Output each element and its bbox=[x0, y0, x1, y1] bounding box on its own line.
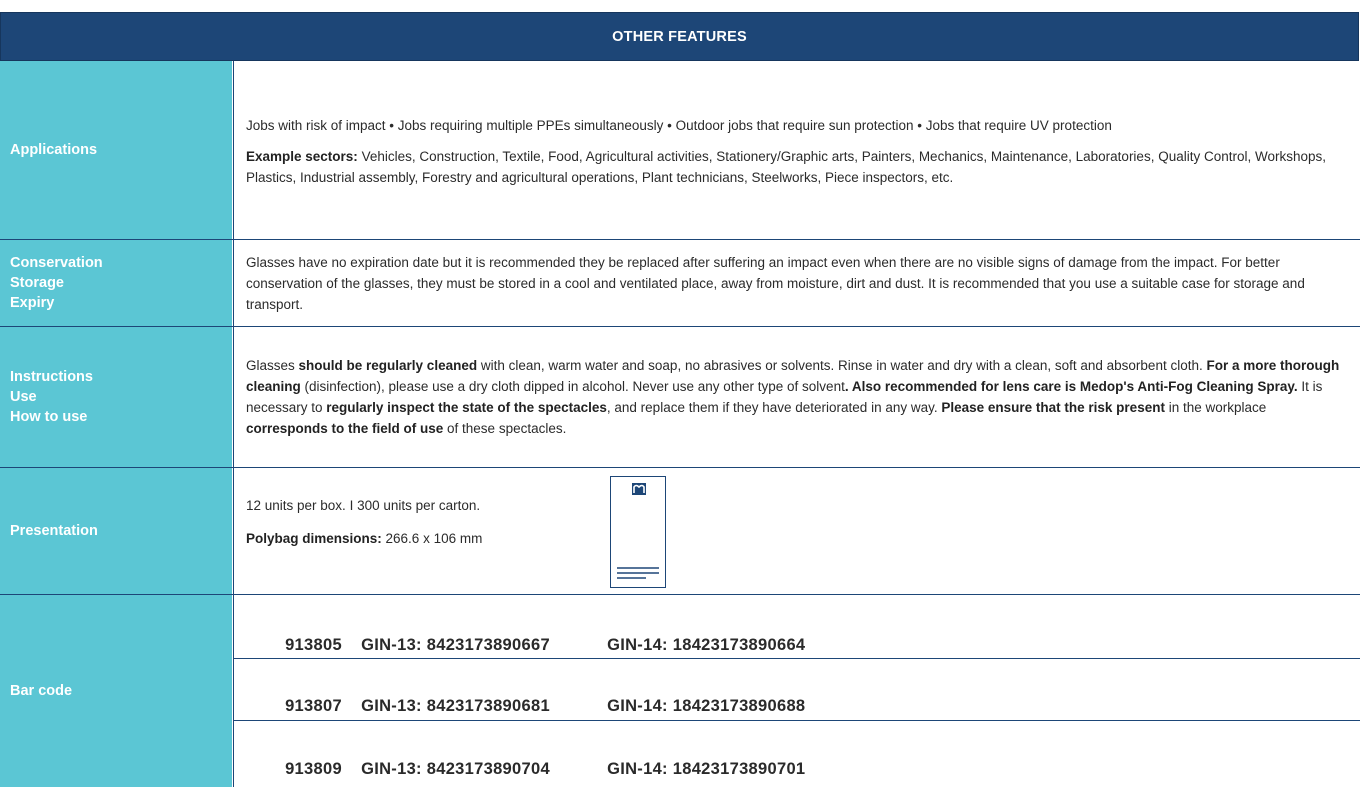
presentation-text: 12 units per box. I 300 units per carton… bbox=[246, 495, 606, 549]
polybag-text: Polybag dimensions: 266.6 x 106 mm bbox=[246, 531, 483, 546]
row-presentation: Presentation 12 units per box. I 300 uni… bbox=[0, 468, 1360, 594]
row-label-instructions: Instructions Use How to use bbox=[0, 327, 232, 467]
row-applications: Applications Jobs with risk of impact • … bbox=[0, 61, 1360, 239]
section-header: OTHER FEATURES bbox=[0, 12, 1359, 61]
row-conservation: Conservation Storage Expiry Glasses have… bbox=[0, 240, 1360, 326]
row-content-instructions: Glasses should be regularly cleaned with… bbox=[233, 327, 1360, 467]
barcode-item: 913809 GIN-13: 8423173890704 GIN-14: 18423… bbox=[285, 760, 806, 778]
features-sheet: OTHER FEATURES Applications Jobs with ri… bbox=[0, 0, 1360, 787]
row-content-conservation: Glasses have no expiration date but it i… bbox=[233, 240, 1360, 326]
row-content-applications: Jobs with risk of impact • Jobs requirin… bbox=[233, 61, 1360, 239]
units-text: 12 units per box. I 300 units per carton… bbox=[246, 498, 481, 513]
applications-text: Jobs with risk of impact • Jobs requirin… bbox=[246, 117, 1112, 133]
box-drawing-icon bbox=[610, 476, 666, 588]
barcode-item: 913805 GIN-13: 8423173890667 GIN-14: 18423… bbox=[285, 636, 806, 654]
row-barcode: Bar code 913805 GIN-13: 8423173890667 GIN-… bbox=[0, 595, 1360, 787]
row-label-presentation: Presentation bbox=[0, 468, 232, 594]
applications-sectors: Example sectors: Vehicles, Construction,… bbox=[246, 148, 1327, 185]
row-content-presentation: 12 units per box. I 300 units per carton… bbox=[233, 468, 1360, 594]
barcode-item: 913807 GIN-13: 8423173890681 GIN-14: 18423… bbox=[285, 697, 806, 715]
medop-logo-icon bbox=[632, 483, 646, 495]
instructions-text: Glasses should be regularly cleaned with… bbox=[246, 358, 1340, 436]
row-label-applications: Applications bbox=[0, 61, 232, 239]
row-label-barcode: Bar code bbox=[0, 595, 232, 787]
row-label-conservation: Conservation Storage Expiry bbox=[0, 240, 232, 326]
section-title: OTHER FEATURES bbox=[612, 28, 747, 45]
row-instructions: Instructions Use How to use Glasses shou… bbox=[0, 327, 1360, 467]
box-label-lines bbox=[617, 564, 659, 579]
conservation-text: Glasses have no expiration date but it i… bbox=[246, 254, 1305, 312]
row-content-barcode: 913805 GIN-13: 8423173890667 GIN-14: 18423… bbox=[233, 595, 1360, 787]
